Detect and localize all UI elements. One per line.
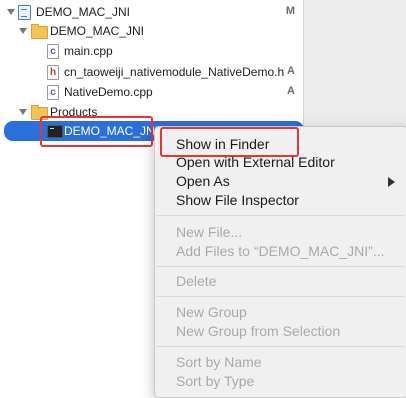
menu-separator	[156, 296, 404, 297]
tree-row-project[interactable]: DEMO_MAC_JNI M	[0, 2, 303, 22]
folder-icon	[31, 24, 48, 39]
folder-icon	[31, 105, 48, 120]
header-file-icon: h	[47, 65, 59, 80]
context-menu: Show in Finder Open with External Editor…	[154, 126, 406, 398]
scm-status-badge: A	[287, 65, 295, 77]
scm-status-badge: A	[287, 85, 295, 97]
menu-item-show-file-inspector[interactable]: Show File Inspector	[176, 192, 299, 208]
menu-item-new-group-from-selection: New Group from Selection	[176, 323, 341, 339]
xcode-project-icon	[18, 5, 31, 20]
menu-item-new-group: New Group	[176, 304, 247, 320]
menu-item-show-in-finder[interactable]: Show in Finder	[176, 136, 269, 152]
menu-separator	[156, 215, 404, 216]
disclosure-triangle-icon[interactable]	[7, 9, 15, 15]
menu-item-new-file: New File...	[176, 224, 243, 240]
disclosure-triangle-icon[interactable]	[19, 28, 27, 34]
tree-row-products[interactable]: Products	[0, 102, 303, 122]
menu-item-sort-by-name: Sort by Name	[176, 354, 262, 370]
product-name: DEMO_MAC_JNI	[64, 124, 159, 138]
group-name: Products	[50, 105, 98, 119]
executable-icon	[47, 125, 63, 138]
disclosure-triangle-icon[interactable]	[19, 109, 27, 115]
tree-row-group[interactable]: DEMO_MAC_JNI	[0, 21, 303, 41]
tree-row-file[interactable]: c NativeDemo.cpp A	[0, 82, 303, 102]
menu-separator	[156, 346, 404, 347]
menu-separator	[156, 266, 404, 267]
scm-status-badge: M	[285, 5, 295, 17]
menu-item-open-external-editor[interactable]: Open with External Editor	[176, 154, 335, 170]
project-name: DEMO_MAC_JNI	[36, 5, 131, 19]
file-name: main.cpp	[64, 44, 113, 58]
menu-item-delete: Delete	[176, 273, 217, 289]
cpp-file-icon: c	[47, 44, 59, 59]
menu-item-open-as[interactable]: Open As	[176, 173, 230, 189]
group-name: DEMO_MAC_JNI	[50, 24, 145, 38]
tree-row-file[interactable]: h cn_taoweiji_nativemodule_NativeDemo.h …	[0, 62, 303, 82]
file-name: NativeDemo.cpp	[64, 85, 153, 99]
cpp-file-icon: c	[47, 85, 59, 100]
menu-item-add-files: Add Files to “DEMO_MAC_JNI”...	[176, 243, 385, 259]
file-name: cn_taoweiji_nativemodule_NativeDemo.h	[64, 65, 285, 79]
submenu-arrow-icon	[388, 177, 395, 187]
tree-row-file[interactable]: c main.cpp	[0, 41, 303, 61]
